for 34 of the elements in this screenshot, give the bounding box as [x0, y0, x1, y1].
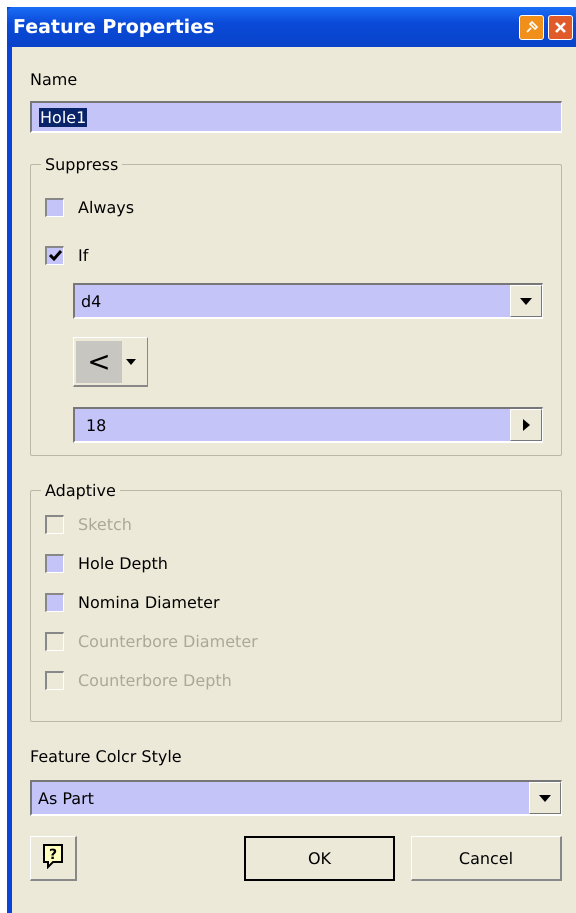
color-style-label: Feature Colcr Style [30, 747, 183, 766]
group-title: Suppress [44, 155, 120, 174]
operator-button[interactable]: < [73, 337, 148, 387]
color-style-dropdown[interactable]: As Part [30, 780, 562, 816]
name-label: Name [30, 70, 78, 89]
arrow-right-icon [522, 419, 530, 431]
name-field[interactable]: Hole1 [30, 101, 562, 133]
checkbox[interactable] [45, 198, 64, 216]
checkbox-label: Counterbore Depth [78, 670, 232, 690]
checkbox-label: If [78, 246, 88, 264]
parameter-dropdown[interactable]: d4 [73, 283, 543, 319]
pin-icon [524, 20, 538, 34]
ok-button[interactable]: OK [244, 836, 395, 881]
close-button[interactable] [548, 14, 573, 40]
checkbox-label: Sketch [78, 514, 132, 534]
checkbox-label: Hole Depth [78, 554, 168, 572]
window-title: Feature Properties [12, 16, 214, 38]
checkbox[interactable] [45, 554, 64, 572]
close-icon [554, 20, 567, 34]
help-icon: ? [41, 843, 65, 869]
dropdown-arrow-icon [126, 358, 136, 364]
checkbox-label: Counterbore Diameter [78, 632, 258, 650]
value-field[interactable]: 18 [73, 407, 543, 443]
dropdown-arrow-icon [520, 298, 532, 304]
checkbox[interactable] [45, 246, 64, 264]
checkbox[interactable] [45, 592, 64, 612]
checkbox-label: Nomina Diameter [78, 592, 220, 612]
cancel-button[interactable]: Cancel [411, 836, 562, 881]
help-button[interactable]: ? [30, 836, 77, 881]
dropdown-arrow-icon [539, 794, 551, 802]
group-title: Adaptive [44, 481, 117, 500]
pin-button[interactable] [519, 14, 544, 40]
checkbox-label: Always [78, 198, 134, 216]
dropdown-value: d4 [81, 292, 102, 310]
